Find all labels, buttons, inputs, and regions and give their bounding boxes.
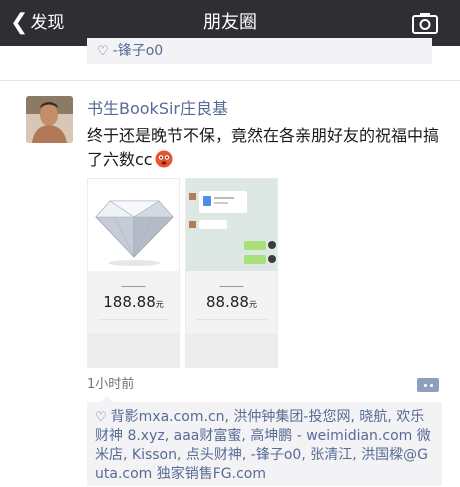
thumb-footer: [186, 334, 277, 367]
transfer-amount: 88.88元: [186, 292, 277, 315]
previous-post-likes: ♡ -锋子o0: [87, 38, 432, 64]
transfer-amount-unit: 元: [155, 300, 164, 309]
transfer-amount: 188.88元: [88, 292, 179, 315]
camera-icon[interactable]: [412, 12, 438, 34]
avatar[interactable]: [26, 96, 73, 143]
post-divider: [0, 80, 460, 81]
transfer-caption: ━━━━━━━━: [121, 284, 146, 290]
back-button[interactable]: ❮ 发现: [10, 9, 64, 37]
post-username[interactable]: 书生BookSir庄良基: [87, 98, 228, 120]
transfer-amount-value: 88.88: [206, 293, 249, 311]
comment-icon[interactable]: [417, 378, 439, 392]
chat-screenshot-image: [186, 179, 277, 271]
chevron-left-icon: ❮: [10, 10, 29, 35]
heart-icon: ♡: [97, 44, 109, 59]
likes-box: ♡ 背影mxa.com.cn, 洪仲钟集团-投您网, 晓航, 欢乐财神 8.xyz…: [87, 396, 442, 486]
heart-icon: ♡: [95, 410, 107, 425]
diamond-image: [88, 179, 179, 271]
post-time: 1小时前: [87, 377, 135, 392]
previous-likes-text: -锋子o0: [112, 43, 164, 59]
page-title: 朋友圈: [203, 12, 257, 33]
transfer-caption: ━━━━━━━━: [219, 284, 244, 290]
likes-names[interactable]: 背影mxa.com.cn, 洪仲钟集团-投您网, 晓航, 欢乐财神 8.xyz,…: [95, 409, 431, 482]
post-text: 终于还是晚节不保，竟然在各亲朋好友的祝福中搞了六数cc: [87, 124, 442, 172]
transfer-amount-unit: 元: [248, 300, 257, 309]
post-image-2[interactable]: ━━━━━━━━ 88.88元: [185, 178, 278, 368]
transfer-amount-value: 188.88: [103, 293, 156, 311]
thumb-separator: [98, 319, 169, 320]
likes-list[interactable]: ♡ 背影mxa.com.cn, 洪仲钟集团-投您网, 晓航, 欢乐财神 8.xyz…: [95, 408, 434, 484]
emoji-icon: [155, 150, 173, 168]
thumb-separator: [196, 319, 267, 320]
likes-caret: [101, 396, 113, 402]
post-text-content: 终于还是晚节不保，竟然在各亲朋好友的祝福中搞了六数cc: [87, 126, 440, 169]
thumb-footer: [88, 334, 179, 367]
back-label: 发现: [30, 13, 65, 33]
post-image-1[interactable]: ━━━━━━━━ 188.88元: [87, 178, 180, 368]
